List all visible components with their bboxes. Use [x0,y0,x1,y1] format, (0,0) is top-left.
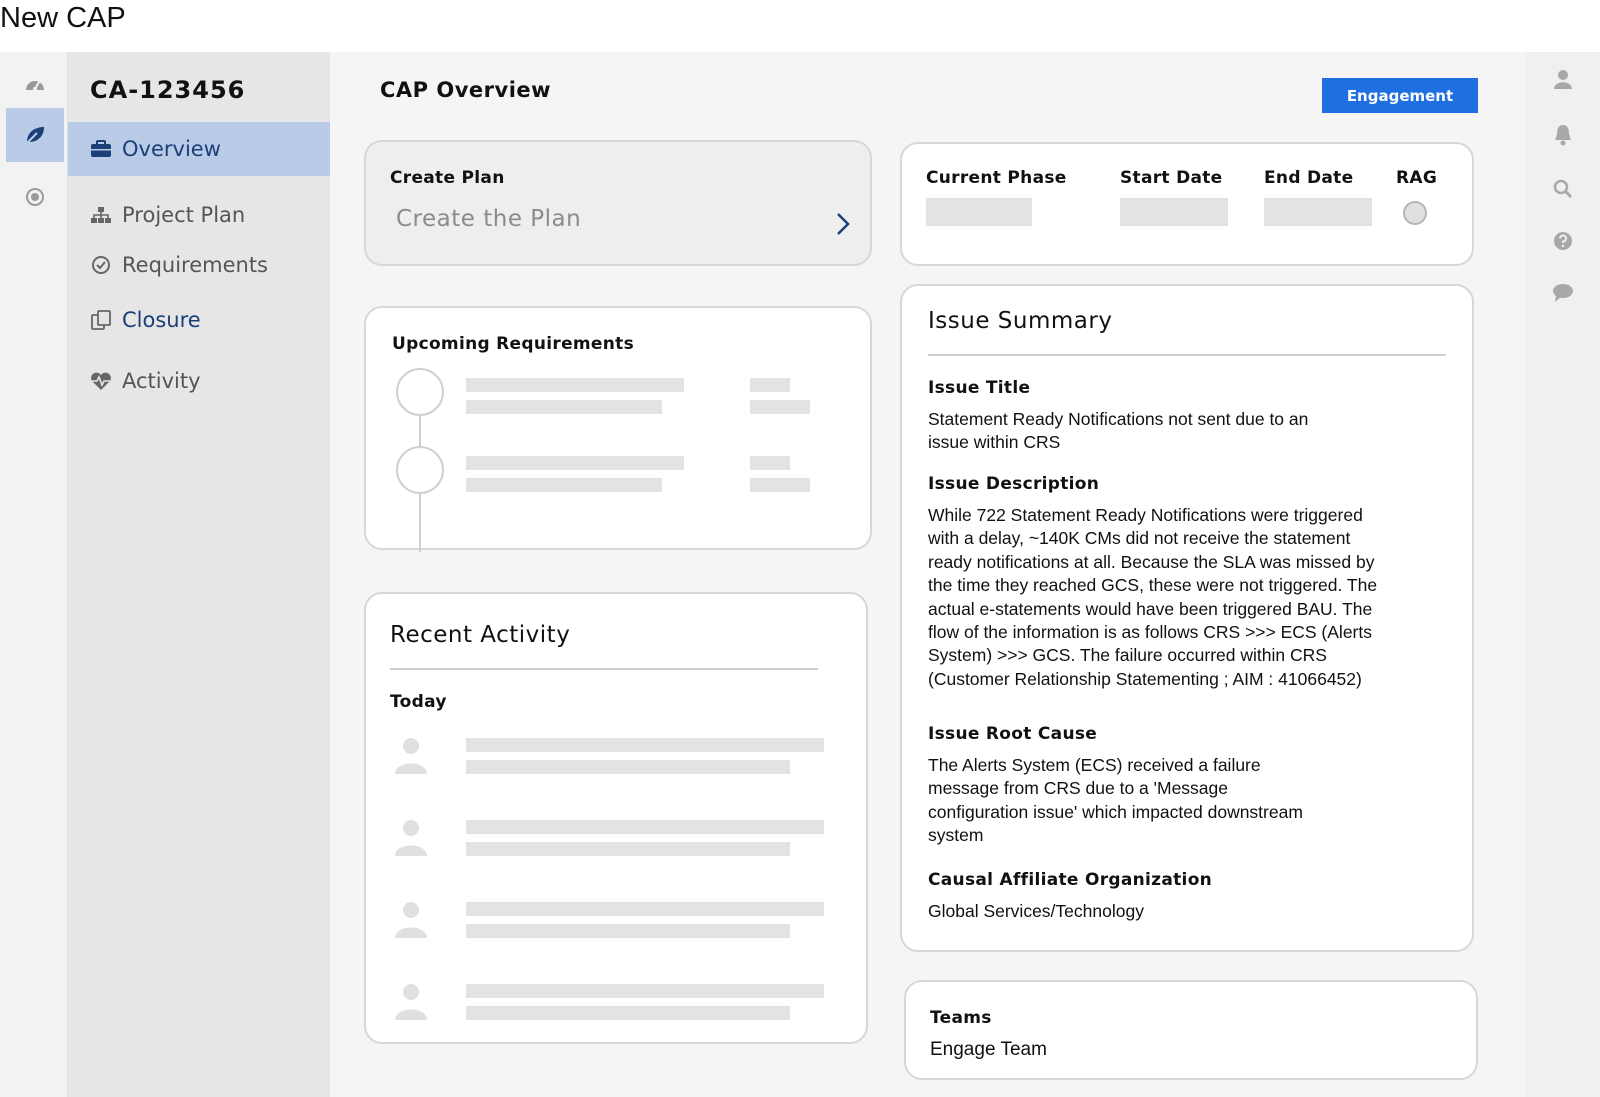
issue-summary-title: Issue Summary [928,308,1113,334]
heartbeat-icon [90,370,112,392]
issue-description-label: Issue Description [928,474,1100,494]
issue-title-text: Statement Ready Notifications not sent d… [928,409,1309,453]
activity-placeholder [466,820,824,834]
create-plan-label: Create Plan [390,168,505,188]
requirement-placeholder [466,456,684,470]
end-date-label: End Date [1264,168,1354,188]
sidebar-item-project-plan[interactable]: Project Plan [68,188,330,242]
rag-status-indicator [1403,201,1427,225]
sidebar-item-label: Project Plan [122,203,246,227]
start-date-value [1120,198,1228,226]
requirement-placeholder [750,478,810,492]
dashboard-icon [26,81,44,91]
upcoming-requirements-card: Upcoming Requirements [364,306,872,552]
user-avatar-icon [395,984,427,1020]
upcoming-requirements-title: Upcoming Requirements [392,334,634,354]
sidebar-item-label: Activity [122,369,201,393]
user-avatar-icon [395,820,427,856]
end-date-value [1264,198,1372,226]
activity-placeholder [466,842,790,856]
search-icon[interactable] [1552,178,1574,200]
user-icon[interactable] [1552,68,1574,90]
requirement-placeholder [750,400,810,414]
rag-label: RAG [1396,168,1438,188]
issue-summary-card: Issue Summary Issue Title Statement Read… [900,284,1474,952]
activity-placeholder [466,924,790,938]
recent-activity-title: Recent Activity [390,622,571,648]
user-avatar-icon [395,738,427,774]
issue-description-text: While 722 Statement Ready Notifications … [928,505,1378,689]
icon-rail [0,52,68,1097]
rail-leaf[interactable] [6,108,64,162]
check-circle-icon [90,254,112,276]
create-plan-link[interactable]: Create the Plan [396,206,581,232]
sidebar-item-label: Requirements [122,253,268,277]
right-icon-rail [1526,52,1600,1097]
main-title: CAP Overview [380,78,552,102]
sidebar-item-activity[interactable]: Activity [68,354,330,408]
causal-affiliate-label: Causal Affiliate Organization [928,870,1213,890]
create-plan-card[interactable]: Create Plan Create the Plan [364,140,872,266]
bell-icon[interactable] [1552,124,1574,146]
requirement-placeholder [466,400,662,414]
leaf-icon [24,127,44,146]
start-date-label: Start Date [1120,168,1223,188]
help-icon[interactable] [1552,230,1574,252]
user-avatar-icon [395,902,427,938]
engagement-button[interactable]: Engagement [1322,78,1478,113]
app-frame: CA-123456 Overview Project Plan Requirem… [0,52,1600,1097]
target-icon [26,188,44,206]
sidebar-item-closure[interactable]: Closure [68,293,330,347]
activity-placeholder [466,760,790,774]
timeline [396,368,444,552]
teams-card: Teams Engage Team [904,980,1478,1080]
requirement-placeholder [750,378,790,392]
teams-label: Teams [930,1008,992,1028]
causal-affiliate-value: Global Services/Technology [928,901,1144,921]
sidebar: CA-123456 Overview Project Plan Requirem… [68,52,330,1097]
activity-placeholder [466,902,824,916]
issue-title-label: Issue Title [928,378,1031,398]
sidebar-item-label: Overview [122,137,221,161]
requirement-placeholder [466,478,662,492]
sidebar-item-label: Closure [122,308,201,332]
recent-activity-divider [390,668,818,670]
rail-target[interactable] [6,170,64,224]
chat-icon[interactable] [1552,282,1574,304]
phase-card: Current Phase Start Date End Date RAG [900,142,1474,266]
sidebar-item-overview[interactable]: Overview [68,122,330,176]
sidebar-item-requirements[interactable]: Requirements [68,238,330,292]
activity-placeholder [466,984,824,998]
activity-group-label: Today [390,692,447,712]
issue-summary-divider [928,354,1446,356]
issue-root-cause-label: Issue Root Cause [928,724,1098,744]
current-phase-value [926,198,1032,226]
activity-placeholder [466,738,824,752]
copy-icon [90,309,112,331]
sitemap-icon [90,204,112,226]
issue-root-cause-text: The Alerts System (ECS) received a failu… [928,755,1303,846]
activity-placeholder [466,1006,790,1020]
page-title: New CAP [0,2,126,34]
briefcase-icon [90,138,112,160]
current-phase-label: Current Phase [926,168,1067,188]
case-id: CA-123456 [90,76,246,104]
requirement-placeholder [750,456,790,470]
chevron-right-icon[interactable] [836,212,850,236]
engage-team-link[interactable]: Engage Team [930,1038,1047,1061]
requirement-placeholder [466,378,684,392]
recent-activity-card: Recent Activity Today [364,592,868,1044]
rail-dashboard[interactable] [6,56,64,110]
